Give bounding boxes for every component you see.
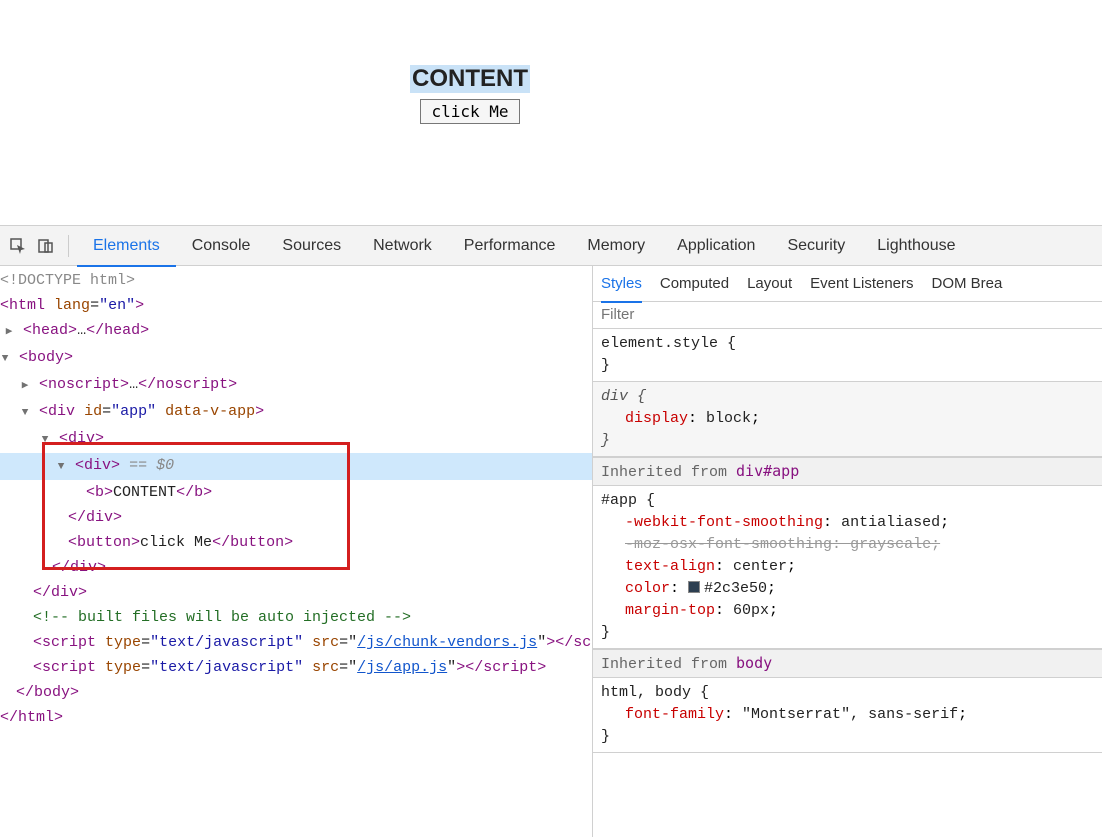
rule-app[interactable]: #app { -webkit-font-smoothing: antialias…	[593, 486, 1102, 649]
tab-security[interactable]: Security	[771, 226, 861, 266]
collapse-arrow-icon[interactable]: ▼	[0, 347, 10, 372]
tab-memory[interactable]: Memory	[571, 226, 661, 266]
dom-line[interactable]: <b>CONTENT</b>	[0, 480, 592, 505]
collapse-arrow-icon[interactable]: ▼	[56, 455, 66, 480]
tab-sources[interactable]: Sources	[266, 226, 357, 266]
src-link[interactable]: /js/chunk-vendors.js	[357, 634, 537, 651]
dom-line[interactable]: ▶ <head>…</head>	[0, 318, 592, 345]
dom-line[interactable]: </div>	[0, 580, 592, 605]
tab-network[interactable]: Network	[357, 226, 448, 266]
devtools-top-tabs: Elements Console Sources Network Perform…	[0, 226, 1102, 266]
tab-lighthouse[interactable]: Lighthouse	[861, 226, 971, 266]
doctype-text: <!DOCTYPE html>	[0, 272, 135, 289]
page-preview: CONTENT click Me	[0, 0, 1102, 225]
devtools-panels: <!DOCTYPE html> <html lang="en"> ▶ <head…	[0, 266, 1102, 837]
devtools: Elements Console Sources Network Perform…	[0, 225, 1102, 837]
tab-console[interactable]: Console	[176, 226, 267, 266]
styles-panel: Styles Computed Layout Event Listeners D…	[592, 266, 1102, 837]
dom-line[interactable]: ▼ <div id="app" data-v-app>	[0, 399, 592, 426]
styles-filter-input[interactable]	[601, 306, 1094, 323]
styles-tabs: Styles Computed Layout Event Listeners D…	[593, 266, 1102, 302]
dom-line[interactable]: <!DOCTYPE html>	[0, 268, 592, 293]
dom-line[interactable]: </div>	[0, 505, 592, 530]
dom-line[interactable]: </div>	[0, 555, 592, 580]
dom-line[interactable]: ▼ <body>	[0, 345, 592, 372]
preview-click-button[interactable]: click Me	[420, 99, 519, 124]
rule-div[interactable]: div { display: block; }	[593, 382, 1102, 457]
color-swatch-icon[interactable]	[688, 581, 700, 593]
dom-line[interactable]: ▼ <div>	[0, 426, 592, 453]
tab-performance[interactable]: Performance	[448, 226, 572, 266]
dom-line[interactable]: <html lang="en">	[0, 293, 592, 318]
styles-filter-row	[593, 302, 1102, 329]
dom-line[interactable]: ▶ <noscript>…</noscript>	[0, 372, 592, 399]
dom-line[interactable]: <button>click Me</button>	[0, 530, 592, 555]
rule-element-style[interactable]: element.style { }	[593, 329, 1102, 382]
dom-line[interactable]: </html>	[0, 705, 592, 730]
styles-tab-layout[interactable]: Layout	[747, 266, 792, 302]
tab-elements[interactable]: Elements	[77, 226, 176, 266]
rule-htmlbody[interactable]: html, body { font-family: "Montserrat", …	[593, 678, 1102, 753]
styles-tab-event-listeners[interactable]: Event Listeners	[810, 266, 913, 302]
collapse-arrow-icon[interactable]: ▼	[40, 428, 50, 453]
device-toggle-icon[interactable]	[32, 232, 60, 260]
inspect-icon[interactable]	[4, 232, 32, 260]
expand-arrow-icon[interactable]: ▶	[20, 374, 30, 399]
comment-text: <!-- built files will be auto injected -…	[33, 609, 411, 626]
dom-line[interactable]: <!-- built files will be auto injected -…	[0, 605, 592, 630]
preview-content-text: CONTENT	[410, 65, 530, 93]
preview-content-wrap: CONTENT click Me	[410, 65, 530, 124]
eq0-indicator: == $0	[120, 457, 174, 474]
elements-panel[interactable]: <!DOCTYPE html> <html lang="en"> ▶ <head…	[0, 266, 592, 837]
styles-tab-styles[interactable]: Styles	[601, 266, 642, 302]
dom-line[interactable]: <script type="text/javascript" src="/js/…	[0, 655, 592, 680]
dom-line[interactable]: </body>	[0, 680, 592, 705]
dom-line-selected[interactable]: ▼ <div> == $0	[0, 453, 592, 480]
styles-tab-computed[interactable]: Computed	[660, 266, 729, 302]
tab-divider	[68, 235, 69, 257]
inherit-header-app: Inherited from div#app	[593, 457, 1102, 486]
expand-arrow-icon[interactable]: ▶	[4, 320, 14, 345]
src-link[interactable]: /js/app.js	[357, 659, 447, 676]
styles-tab-dom-breakpoints[interactable]: DOM Brea	[932, 266, 1003, 302]
dom-line[interactable]: <script type="text/javascript" src="/js/…	[0, 630, 592, 655]
inherit-header-body: Inherited from body	[593, 649, 1102, 678]
tab-application[interactable]: Application	[661, 226, 771, 266]
collapse-arrow-icon[interactable]: ▼	[20, 401, 30, 426]
